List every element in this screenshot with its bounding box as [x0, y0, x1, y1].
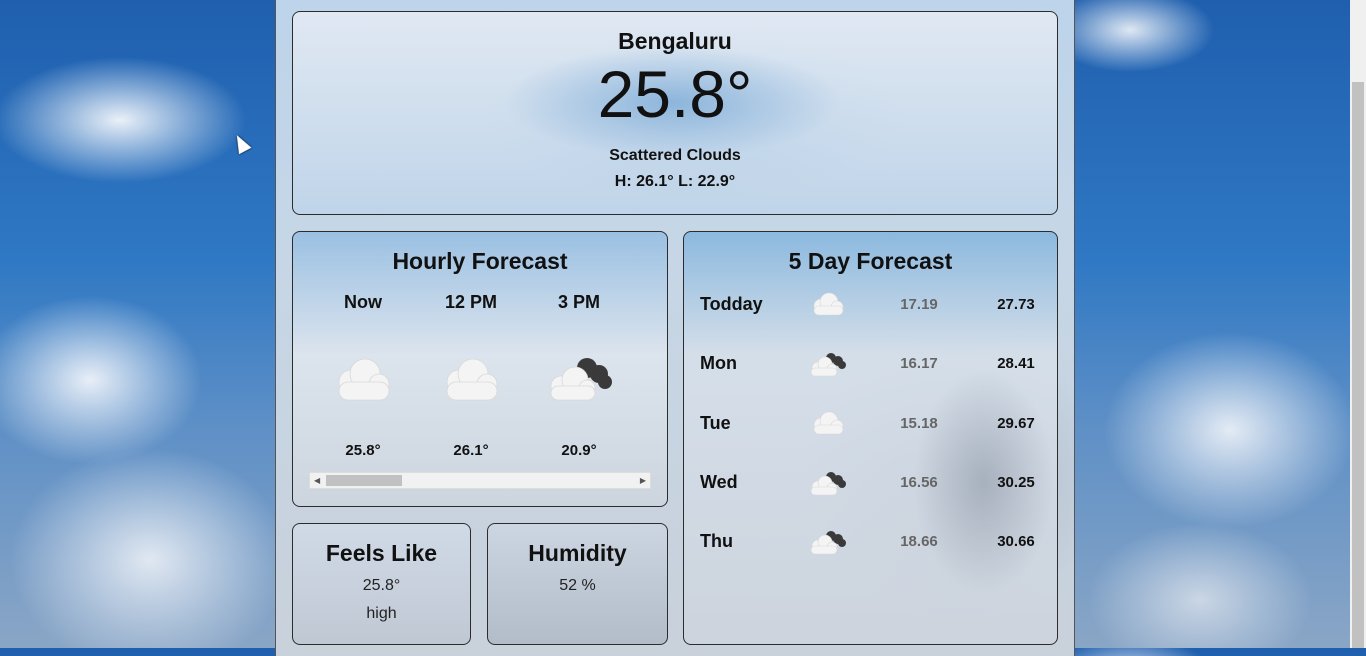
- scroll-right-arrow-icon[interactable]: ▶: [640, 476, 646, 485]
- city-name: Bengaluru: [618, 28, 732, 54]
- day-max-temp: 30.25: [997, 474, 1035, 491]
- hourly-forecast-title: Hourly Forecast: [392, 248, 568, 274]
- broken-clouds-icon: [810, 353, 846, 377]
- cloud-icon: [813, 292, 844, 316]
- hourly-forecast-card: Hourly Forecast Now 25.8° 12 PM 26.1° 3 …: [292, 231, 668, 507]
- day-min-temp: 18.66: [900, 533, 938, 550]
- day-min-temp: 15.18: [900, 415, 938, 432]
- day-min-temp: 17.19: [900, 296, 938, 313]
- cloud-icon: [813, 411, 844, 435]
- humidity-value: 52 %: [559, 577, 596, 594]
- hourly-item: Now 25.8°: [309, 292, 417, 459]
- broken-clouds-icon: [810, 472, 846, 496]
- broken-clouds-icon: [550, 358, 612, 401]
- broken-clouds-icon: [810, 531, 846, 555]
- feels-like-title: Feels Like: [325, 540, 438, 566]
- feels-like-card: Feels Like 25.8° high: [292, 523, 471, 645]
- day-max-temp: 29.67: [997, 415, 1035, 432]
- day-name: Todday: [700, 294, 763, 314]
- feels-like-value: 25.8°: [362, 577, 401, 594]
- hourly-item: 12 PM 26.1°: [417, 292, 525, 459]
- current-temperature: 25.8°: [597, 57, 753, 131]
- day-name: Mon: [700, 353, 737, 373]
- hour-label: 3 PM: [557, 292, 600, 312]
- forecast-day-row: Todday 17.19 27.73: [700, 290, 1040, 320]
- day-min-temp: 16.17: [900, 355, 938, 372]
- hour-label: Now: [344, 292, 382, 312]
- cloud-icon: [446, 358, 498, 401]
- hourly-forecast-list[interactable]: Now 25.8° 12 PM 26.1° 3 PM 20.9°: [309, 292, 651, 462]
- weather-app: Bengaluru 25.8° Scattered Clouds H: 26.1…: [275, 0, 1075, 656]
- hourly-horizontal-scrollbar[interactable]: ◀ ▶: [309, 472, 651, 489]
- current-weather-card: Bengaluru 25.8° Scattered Clouds H: 26.1…: [292, 11, 1058, 215]
- scroll-left-arrow-icon[interactable]: ◀: [314, 476, 320, 485]
- high-low-temperature: H: 26.1° L: 22.9°: [614, 173, 736, 190]
- page-vertical-scrollbar[interactable]: [1350, 0, 1366, 648]
- forecast-day-row: Thu 18.66 30.66: [700, 527, 1040, 557]
- day-name: Wed: [700, 472, 738, 492]
- hourly-item: 3 PM 20.9°: [525, 292, 633, 459]
- page-scrollbar-thumb[interactable]: [1352, 82, 1364, 648]
- humidity-title: Humidity: [528, 540, 627, 566]
- scrollbar-thumb[interactable]: [326, 475, 402, 486]
- hour-temperature: 26.1°: [453, 442, 489, 459]
- hour-label: 12 PM: [444, 292, 498, 312]
- five-day-forecast-title: 5 Day Forecast: [788, 248, 953, 274]
- day-max-temp: 27.73: [997, 296, 1035, 313]
- feels-like-note: high: [366, 605, 397, 622]
- day-name: Thu: [700, 531, 733, 551]
- five-day-forecast-card: 5 Day Forecast Todday 17.19 27.73 Mon 16…: [683, 231, 1058, 645]
- forecast-day-row: Mon 16.17 28.41: [700, 349, 1040, 379]
- mouse-cursor-icon: [230, 131, 252, 155]
- day-name: Tue: [700, 413, 731, 433]
- cloud-icon: [338, 358, 390, 401]
- hour-temperature: 25.8°: [345, 442, 381, 459]
- day-min-temp: 16.56: [900, 474, 938, 491]
- day-max-temp: 28.41: [997, 355, 1035, 372]
- weather-description: Scattered Clouds: [609, 147, 741, 164]
- humidity-card: Humidity 52 %: [487, 523, 668, 645]
- hour-temperature: 20.9°: [561, 442, 597, 459]
- day-max-temp: 30.66: [997, 533, 1035, 550]
- forecast-day-row: Tue 15.18 29.67: [700, 409, 1040, 439]
- forecast-day-row: Wed 16.56 30.25: [700, 468, 1040, 498]
